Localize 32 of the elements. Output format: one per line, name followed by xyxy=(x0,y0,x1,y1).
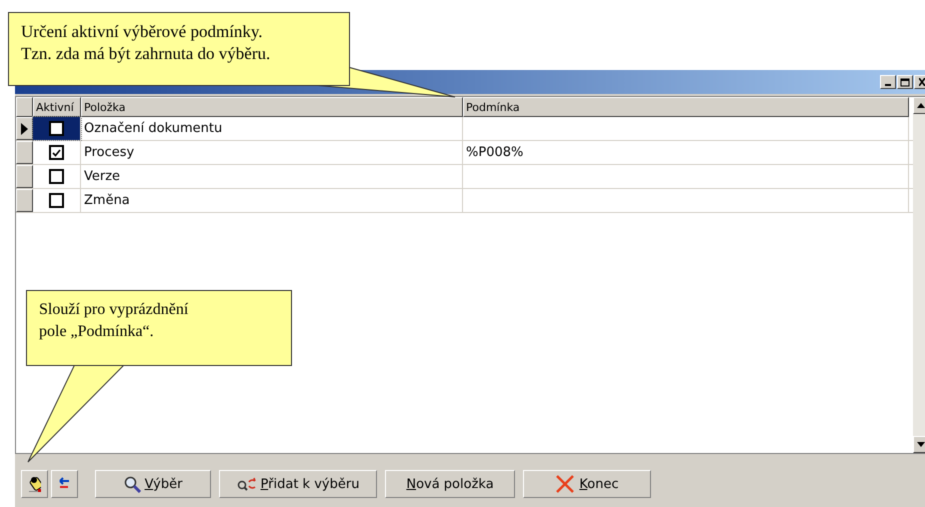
close-icon xyxy=(555,474,576,494)
toolbar-button[interactable]: Konec xyxy=(523,470,651,498)
table-cell: Označení dokumentu xyxy=(81,117,463,140)
column-header: Aktivní xyxy=(33,97,81,117)
scroll-down-icon[interactable] xyxy=(913,436,925,453)
checkbox[interactable] xyxy=(49,193,64,208)
toolbar-button[interactable]: Přidat k výběru xyxy=(219,470,377,498)
checkbox[interactable] xyxy=(49,169,64,184)
search-icon xyxy=(124,476,141,492)
table-cell: Verze xyxy=(81,165,463,188)
table-cell: Změna xyxy=(81,189,463,212)
row-header[interactable] xyxy=(16,141,33,164)
checkbox[interactable] xyxy=(49,121,64,136)
minimize-icon[interactable] xyxy=(880,75,896,89)
search-arrows-icon xyxy=(236,476,257,492)
row-header[interactable] xyxy=(16,117,33,140)
toolbar-button[interactable]: Nová položka xyxy=(385,470,515,498)
column-header: Položka xyxy=(81,97,463,117)
column-header: Podmínka xyxy=(463,97,909,117)
row-header[interactable] xyxy=(16,165,33,188)
table-cell: %P008% xyxy=(463,141,909,164)
scrollbar[interactable] xyxy=(913,97,925,453)
row-header[interactable] xyxy=(16,189,33,212)
column-arrows-icon[interactable] xyxy=(51,470,78,498)
current-row-icon xyxy=(21,122,28,134)
eraser-icon[interactable] xyxy=(21,470,48,498)
table-cell: Procesy xyxy=(81,141,463,164)
toolbar-button[interactable]: Výběr xyxy=(95,470,211,498)
scroll-up-icon[interactable] xyxy=(913,97,925,114)
checkbox[interactable] xyxy=(49,145,64,160)
maximize-icon[interactable] xyxy=(897,75,913,89)
check-mark-icon xyxy=(52,148,61,156)
